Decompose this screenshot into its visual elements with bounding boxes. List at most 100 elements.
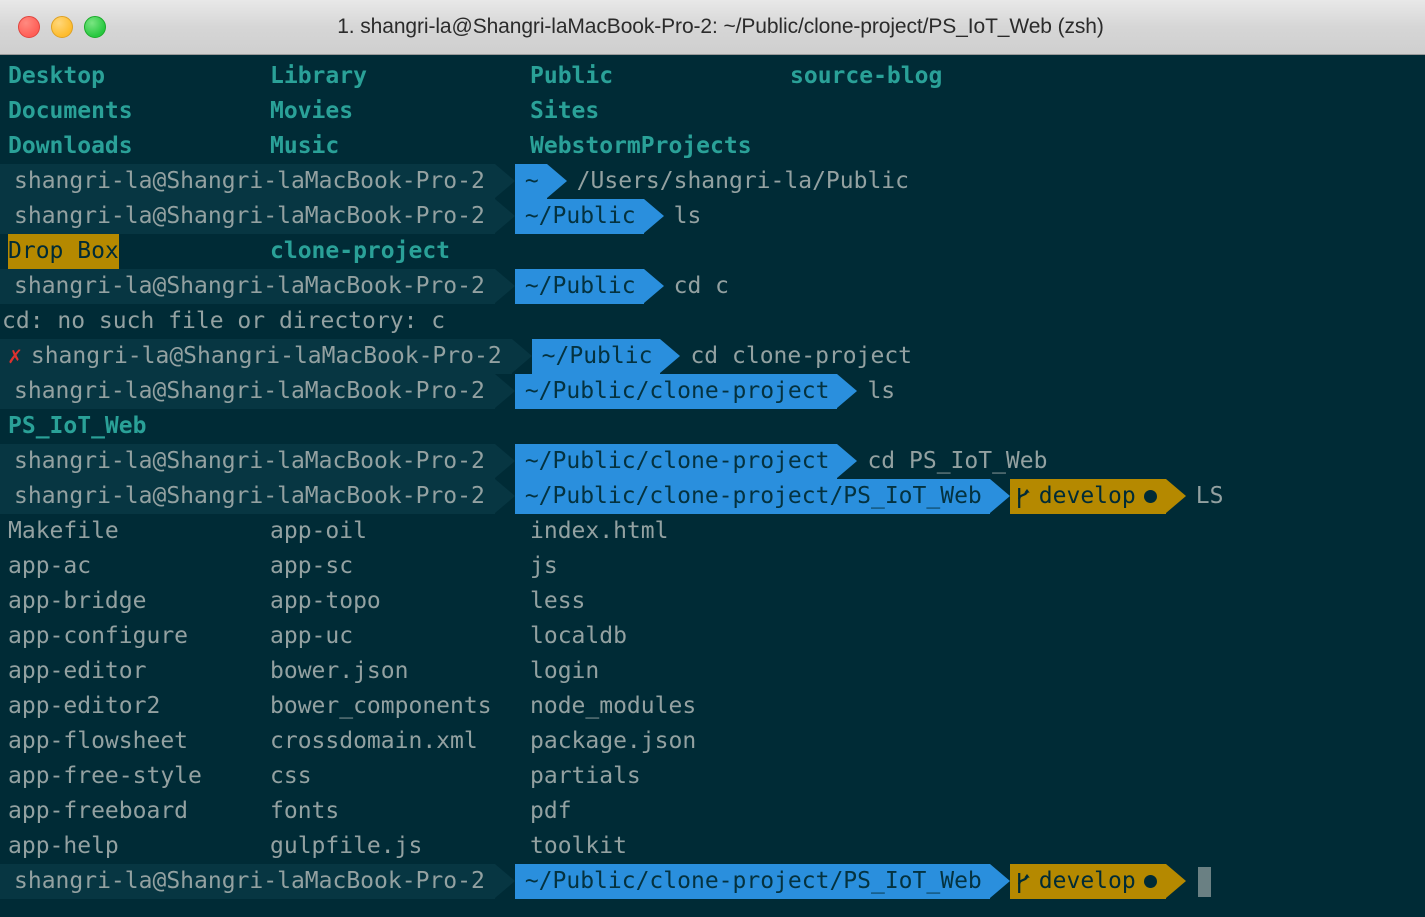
ps-iot-web-listing-row-8: app-free-style css partials <box>0 759 1425 794</box>
listing-entry[interactable]: app-topo <box>270 584 381 619</box>
public-listing-row-1: Drop Box clone-project <box>0 234 1425 269</box>
prompt-path-text: ~/Public/clone-project <box>524 378 830 404</box>
listing-entry[interactable]: localdb <box>530 619 627 654</box>
powerline-arrow-icon <box>494 374 515 409</box>
listing-entry[interactable]: Public <box>530 59 613 94</box>
command-text: LS <box>1195 483 1224 509</box>
prompt-path-text: ~/Public/clone-project/PS_IoT_Web <box>524 868 982 894</box>
listing-entry[interactable]: bower.json <box>270 654 408 689</box>
listing-entry[interactable]: app-configure <box>8 619 188 654</box>
listing-entry[interactable]: PS_IoT_Web <box>8 409 146 444</box>
prompt-user-segment: shangri-la@Shangri-laMacBook-Pro-2 <box>0 199 495 234</box>
powerline-arrow-icon <box>494 164 515 199</box>
error-output-line: cd: no such file or directory: c <box>2 308 446 334</box>
listing-entry[interactable]: partials <box>530 759 641 794</box>
listing-entry[interactable]: app-freeboard <box>8 794 188 829</box>
listing-entry[interactable]: Movies <box>270 94 353 129</box>
powerline-arrow-icon <box>1165 479 1186 514</box>
listing-entry[interactable]: bower_components <box>270 689 492 724</box>
terminal-cursor[interactable] <box>1197 866 1211 897</box>
ps-iot-web-listing-row-7: app-flowsheet crossdomain.xml package.json <box>0 724 1425 759</box>
prompt-line-4: ✗ shangri-la@Shangri-laMacBook-Pro-2 ~/Pub… <box>0 339 1425 374</box>
prompt-line-3: shangri-la@Shangri-laMacBook-Pro-2 ~/Publ… <box>0 269 1425 304</box>
command-text: cd c <box>673 273 729 299</box>
listing-entry[interactable]: login <box>530 654 599 689</box>
listing-entry[interactable]: app-editor <box>8 654 146 689</box>
listing-entry[interactable]: Documents <box>8 94 133 129</box>
prompt-path-text: ~/Public <box>524 273 636 299</box>
prompt-path-segment: ~/Public/clone-project <box>514 374 838 409</box>
listing-entry[interactable]: less <box>530 584 585 619</box>
prompt-user-segment: shangri-la@Shangri-laMacBook-Pro-2 <box>0 864 495 899</box>
powerline-arrow-icon <box>837 444 858 479</box>
listing-entry[interactable]: index.html <box>530 514 668 549</box>
powerline-arrow-icon <box>989 864 1010 899</box>
command-text: ls <box>673 203 702 229</box>
powerline-arrow-icon <box>643 269 664 304</box>
listing-entry[interactable]: app-bridge <box>8 584 146 619</box>
prompt-user-segment: shangri-la@Shangri-laMacBook-Pro-2 <box>0 269 495 304</box>
listing-entry[interactable]: toolkit <box>530 829 627 864</box>
listing-entry[interactable]: app-ac <box>8 549 91 584</box>
prompt-line-7: shangri-la@Shangri-laMacBook-Pro-2 ~/Publ… <box>0 479 1425 514</box>
powerline-arrow-icon <box>494 864 515 899</box>
powerline-arrow-icon <box>494 444 515 479</box>
listing-entry[interactable]: pdf <box>530 794 572 829</box>
prompt-path-text: ~/Public/clone-project/PS_IoT_Web <box>524 483 982 509</box>
listing-entry[interactable]: source-blog <box>790 59 942 94</box>
listing-entry[interactable]: node_modules <box>530 689 696 724</box>
listing-entry[interactable]: app-help <box>8 829 119 864</box>
prompt-user-segment: shangri-la@Shangri-laMacBook-Pro-2 <box>0 374 495 409</box>
listing-entry[interactable]: crossdomain.xml <box>270 724 478 759</box>
listing-entry[interactable]: fonts <box>270 794 339 829</box>
terminal-output-area[interactable]: Desktop Library Public source-blog Documents… <box>0 55 1425 917</box>
prompt-path-text: ~/Public <box>524 203 636 229</box>
command-text: /Users/shangri-la/Public <box>576 168 910 194</box>
git-branch-label: develop <box>1038 483 1136 509</box>
prompt-path-text: ~ <box>524 168 539 194</box>
listing-entry[interactable]: Library <box>270 59 367 94</box>
prompt-user-text: shangri-la@Shangri-laMacBook-Pro-2 <box>14 378 485 404</box>
prompt-path-segment: ~/Public/clone-project/PS_IoT_Web <box>514 864 990 899</box>
window-title: 1. shangri-la@Shangri-laMacBook-Pro-2: ~… <box>337 15 1104 38</box>
listing-entry[interactable]: WebstormProjects <box>530 129 752 164</box>
command-text: ls <box>867 378 896 404</box>
prompt-user-segment: shangri-la@Shangri-laMacBook-Pro-2 <box>0 479 495 514</box>
listing-entry[interactable]: Downloads <box>8 129 133 164</box>
listing-entry[interactable]: app-flowsheet <box>8 724 188 759</box>
ps-iot-web-listing-row-1: Makefile app-oil index.html <box>0 514 1425 549</box>
listing-entry[interactable]: Desktop <box>8 59 105 94</box>
prompt-user-text: shangri-la@Shangri-laMacBook-Pro-2 <box>30 343 502 369</box>
powerline-arrow-icon <box>643 199 664 234</box>
prompt-user-segment: ✗ shangri-la@Shangri-laMacBook-Pro-2 <box>0 339 512 374</box>
listing-entry[interactable]: app-sc <box>270 549 353 584</box>
listing-entry[interactable]: js <box>530 549 558 584</box>
listing-entry[interactable]: package.json <box>530 724 696 759</box>
listing-entry[interactable]: app-editor2 <box>8 689 160 724</box>
prompt-user-text: shangri-la@Shangri-laMacBook-Pro-2 <box>14 448 485 474</box>
listing-entry[interactable]: clone-project <box>270 234 450 269</box>
ps-iot-web-listing-row-9: app-freeboard fonts pdf <box>0 794 1425 829</box>
listing-entry[interactable]: gulpfile.js <box>270 829 422 864</box>
listing-entry[interactable]: Makefile <box>8 514 119 549</box>
listing-entry[interactable]: css <box>270 759 312 794</box>
prompt-user-text: shangri-la@Shangri-laMacBook-Pro-2 <box>14 203 485 229</box>
powerline-arrow-icon <box>494 479 515 514</box>
prompt-user-segment: shangri-la@Shangri-laMacBook-Pro-2 <box>0 444 495 479</box>
prompt-line-6: shangri-la@Shangri-laMacBook-Pro-2 ~/Publ… <box>0 444 1425 479</box>
prompt-path-text: ~/Public <box>541 343 653 369</box>
listing-entry[interactable]: app-oil <box>270 514 367 549</box>
listing-entry[interactable]: Music <box>270 129 339 164</box>
listing-entry[interactable]: app-uc <box>270 619 353 654</box>
powerline-arrow-icon <box>494 269 515 304</box>
home-listing-row-2: Documents Movies Sites <box>0 94 1425 129</box>
prompt-path-text: ~/Public/clone-project <box>524 448 830 474</box>
listing-entry[interactable]: Drop Box <box>8 234 119 269</box>
prompt-user-text: shangri-la@Shangri-laMacBook-Pro-2 <box>14 868 485 894</box>
listing-entry[interactable]: Sites <box>530 94 599 129</box>
ps-iot-web-listing-row-2: app-ac app-sc js <box>0 549 1425 584</box>
listing-entry[interactable]: app-free-style <box>8 759 202 794</box>
error-status-icon: ✗ <box>8 343 22 369</box>
prompt-user-text: shangri-la@Shangri-laMacBook-Pro-2 <box>14 483 485 509</box>
prompt-path-segment: ~/Public <box>514 199 644 234</box>
